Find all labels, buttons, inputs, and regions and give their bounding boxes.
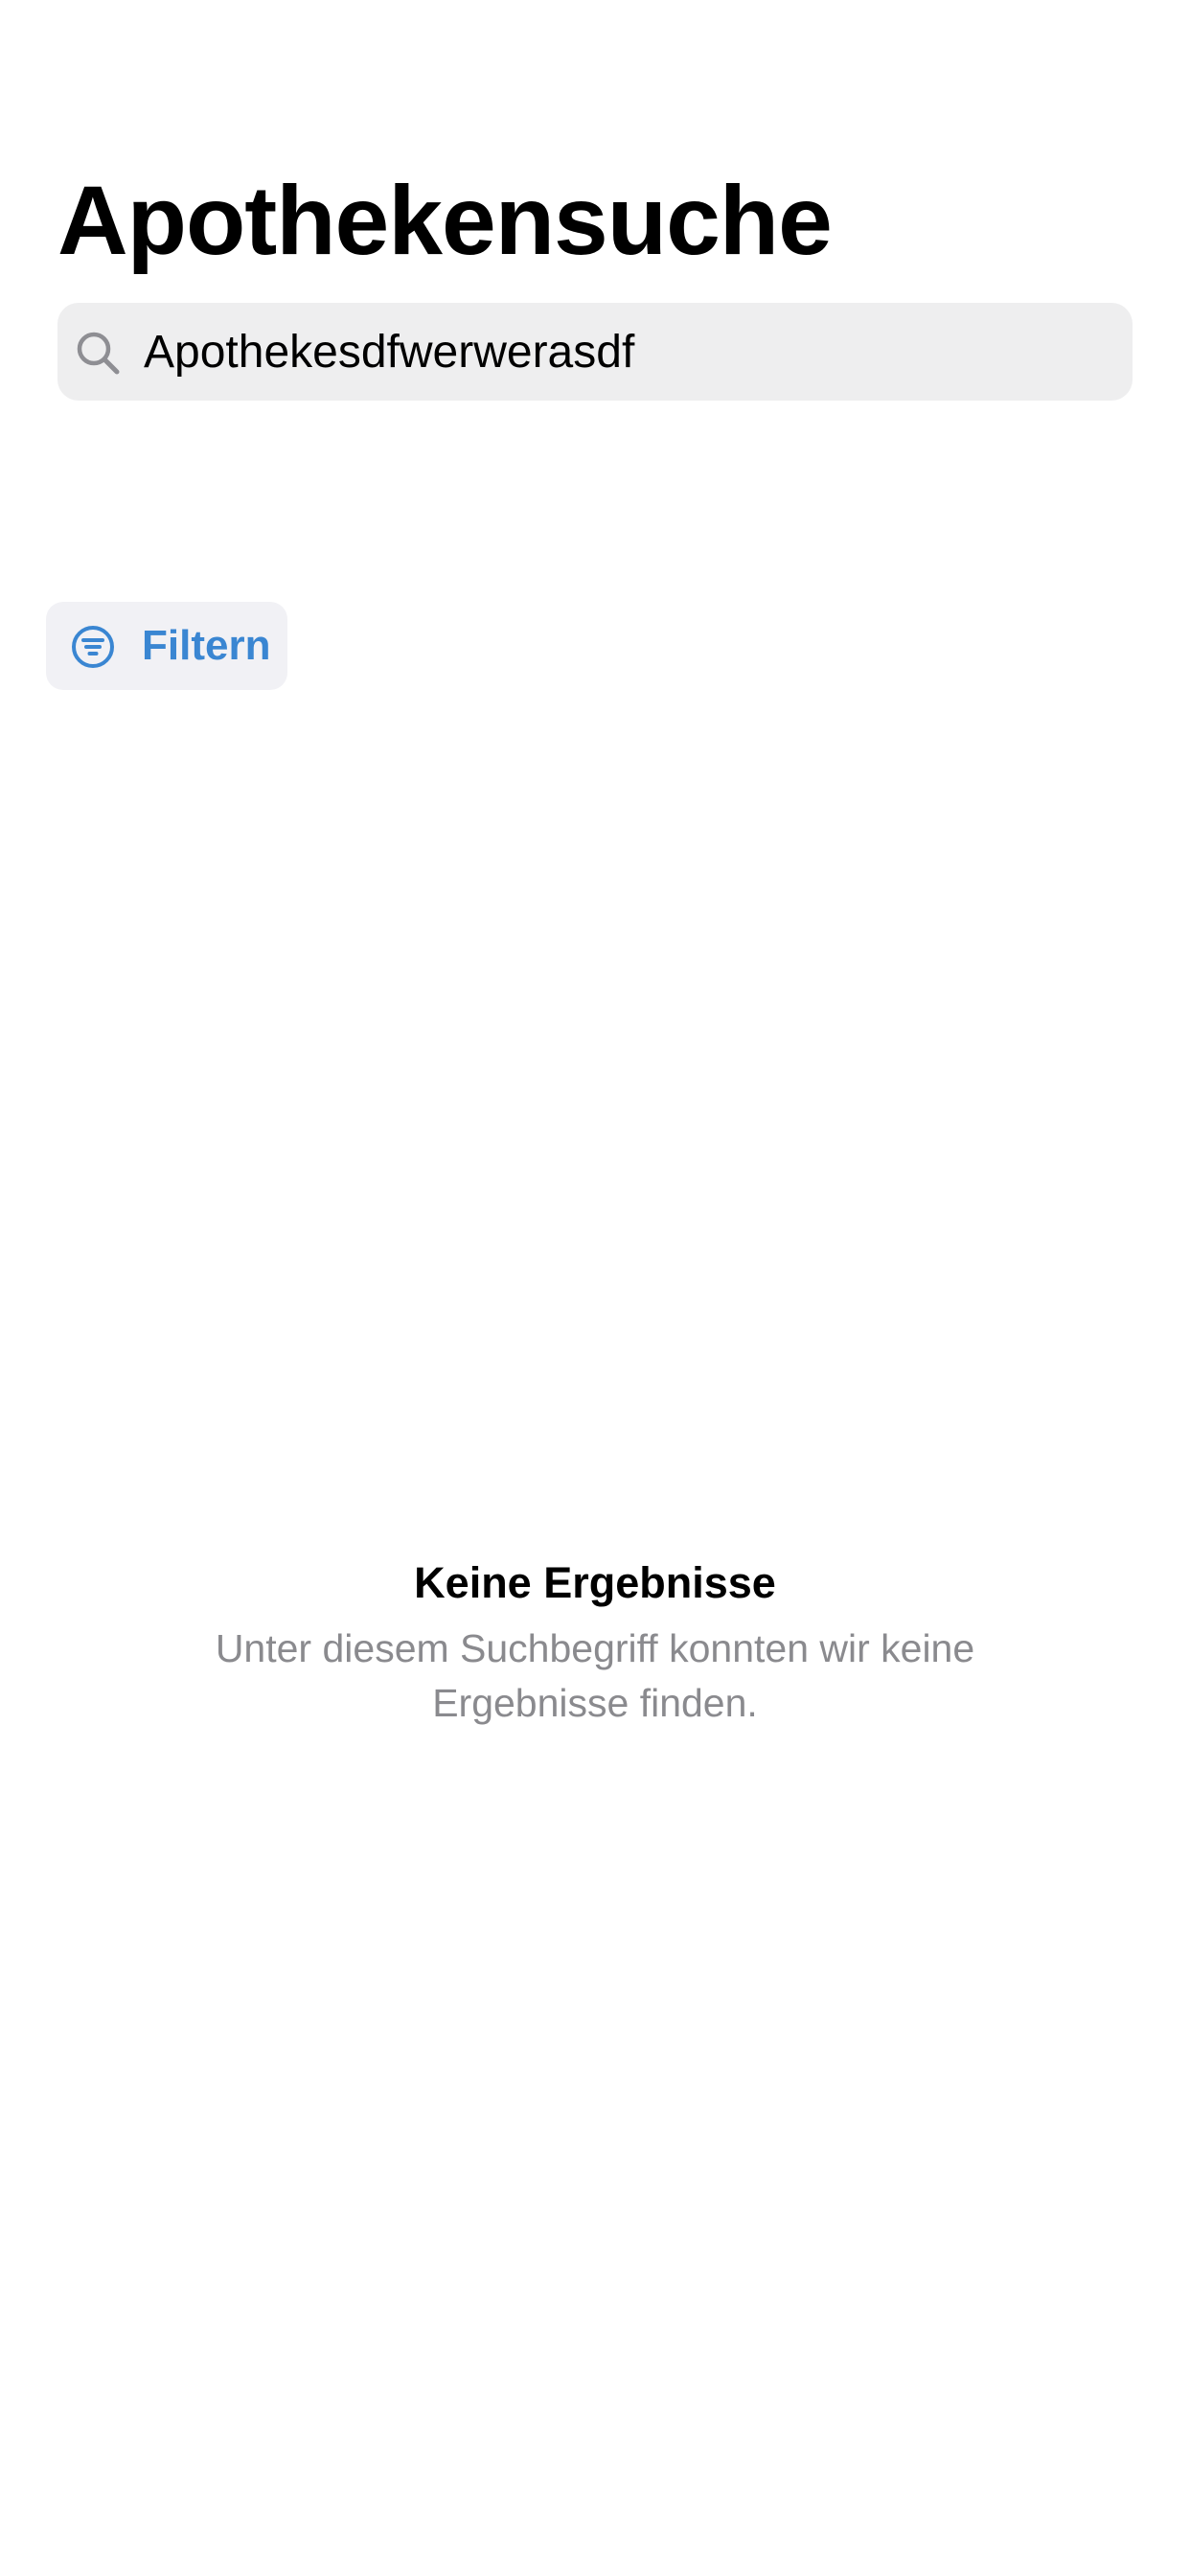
filter-icon bbox=[72, 626, 114, 668]
search-input[interactable] bbox=[144, 303, 1111, 401]
empty-state: Keine Ergebnisse Unter diesem Suchbegrif… bbox=[0, 1552, 1190, 1731]
page-title: Apothekensuche bbox=[57, 166, 833, 275]
filter-label: Filtern bbox=[142, 622, 271, 669]
filter-button[interactable]: Filtern bbox=[46, 602, 287, 690]
empty-state-title: Keine Ergebnisse bbox=[414, 1558, 776, 1607]
search-icon bbox=[77, 332, 120, 375]
search-field[interactable] bbox=[57, 303, 1133, 401]
empty-state-message: Unter diesem Suchbegriff konnten wir kei… bbox=[215, 1626, 975, 1725]
